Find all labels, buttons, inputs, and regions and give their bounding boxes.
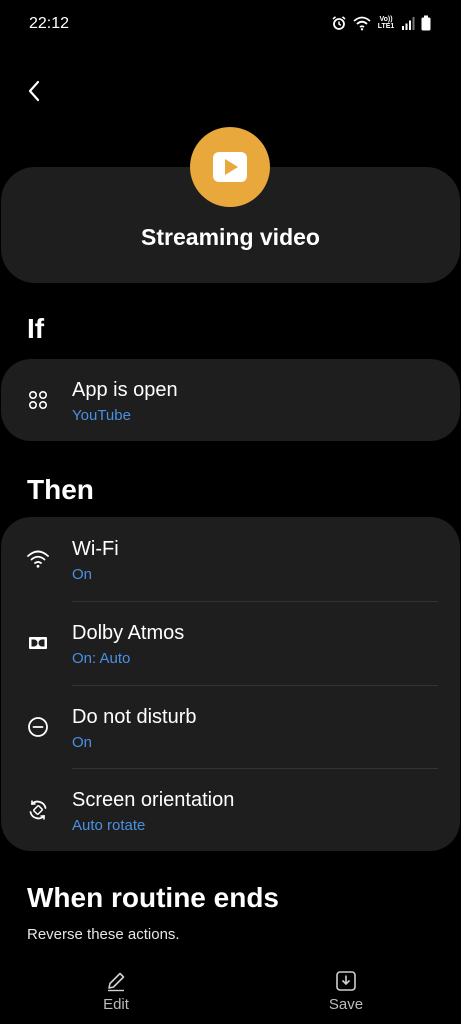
row-subtitle: YouTube [72, 407, 131, 424]
then-card: Wi-Fi On Dolby Atmos On: Auto Do not dis… [1, 517, 460, 851]
lte-label: LTE1 [377, 23, 395, 30]
then-heading: Then [27, 474, 94, 505]
row-title: App is open [72, 379, 178, 401]
then-action-wifi[interactable]: Wi-Fi On [1, 517, 460, 601]
signal-icon [402, 17, 415, 30]
status-icons: Vo)) LTE1 [331, 15, 431, 31]
edit-button[interactable]: Edit [71, 966, 161, 1022]
wifi-icon [27, 550, 49, 568]
row-title: Wi-Fi [72, 538, 119, 560]
pencil-icon [108, 972, 125, 992]
if-condition-app-open[interactable]: App is open YouTube [1, 359, 460, 443]
row-subtitle: On: Auto [72, 650, 131, 667]
status-time: 22:12 [29, 15, 70, 32]
then-action-dolby-atmos[interactable]: Dolby Atmos On: Auto [1, 601, 460, 685]
row-subtitle: Auto rotate [72, 817, 146, 834]
row-subtitle: On [72, 734, 93, 751]
network-type-label: Vo)) LTE1 [377, 16, 395, 30]
chevron-left-icon [28, 80, 40, 102]
download-icon [336, 971, 356, 991]
row-title: Screen orientation [72, 789, 235, 811]
save-button[interactable]: Save [301, 966, 391, 1022]
if-card: App is open YouTube [1, 359, 460, 441]
save-label: Save [328, 996, 364, 1013]
routine-ends-subtitle: Reverse these actions. [27, 926, 180, 943]
if-heading: If [27, 313, 45, 344]
routine-ends-heading: When routine ends [27, 882, 279, 913]
then-action-screen-orientation[interactable]: Screen orientation Auto rotate [1, 768, 460, 852]
play-icon [213, 152, 247, 182]
battery-icon [421, 15, 431, 31]
row-title: Do not disturb [72, 706, 197, 728]
alarm-icon [332, 16, 346, 30]
dolby-icon [29, 637, 47, 649]
routine-title[interactable]: Streaming video [0, 224, 461, 251]
row-subtitle: On [72, 566, 93, 583]
volte-label: Vo)) [379, 16, 393, 23]
row-title: Dolby Atmos [72, 622, 185, 644]
edit-label: Edit [103, 996, 129, 1013]
wifi-icon [353, 16, 371, 31]
routine-icon-button[interactable] [190, 127, 270, 207]
back-button[interactable] [20, 76, 50, 106]
apps-grid-icon [28, 390, 48, 410]
status-bar: 22:12 Vo)) LTE1 [0, 0, 461, 52]
then-action-do-not-disturb[interactable]: Do not disturb On [1, 685, 460, 769]
rotate-icon [29, 800, 47, 820]
do-not-disturb-icon [28, 717, 48, 737]
